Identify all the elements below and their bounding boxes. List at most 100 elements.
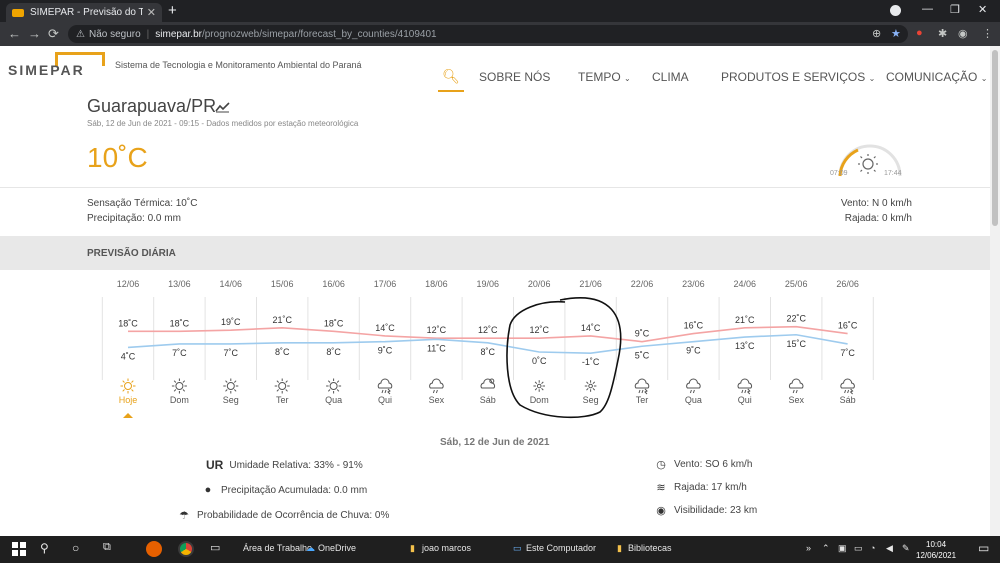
storm-icon[interactable]	[634, 378, 650, 395]
sun-icon[interactable]	[120, 378, 136, 394]
task-view-icon[interactable]: ⧉	[103, 541, 111, 554]
min-temp-label: 7˚C	[224, 348, 239, 358]
minimize-icon[interactable]: —	[922, 3, 933, 15]
weekday-label[interactable]: Seg	[223, 395, 239, 405]
gust-detail-row: ≋ Rajada: 17 km/h	[653, 481, 746, 494]
file-explorer-icon[interactable]: ▭	[210, 541, 220, 554]
back-icon[interactable]: ←	[8, 26, 21, 41]
umbrella-icon: ☂	[179, 510, 189, 522]
firefox-icon[interactable]	[146, 541, 162, 557]
extensions-puzzle-icon[interactable]: ✱	[938, 27, 947, 40]
min-temp-label: 8˚C	[326, 347, 341, 357]
search-button[interactable]: 🔍︎	[438, 62, 464, 92]
partly-cloudy-icon[interactable]	[480, 378, 496, 389]
tray-chevron-icon[interactable]: ⌃	[822, 543, 830, 554]
today-label[interactable]: Hoje	[119, 395, 138, 405]
browser-profile-icon[interactable]	[890, 5, 901, 16]
weekday-label[interactable]: Dom	[530, 395, 549, 405]
chevron-down-icon: ⌄	[868, 74, 876, 83]
network-icon[interactable]: ◔	[870, 543, 875, 553]
nav-clima[interactable]: CLIMA	[652, 70, 689, 84]
close-window-icon[interactable]: ✕	[978, 3, 987, 16]
wind-gust-icon: ≋	[656, 482, 666, 494]
chrome-menu-icon[interactable]: ⋮	[982, 27, 993, 40]
close-tab-icon[interactable]: ✕	[147, 6, 156, 19]
visibility-value: Visibilidade: 23 km	[674, 505, 758, 516]
volume-icon[interactable]: ◀	[886, 543, 893, 554]
new-tab-icon[interactable]: +	[168, 2, 177, 19]
max-temp-label: 14˚C	[375, 323, 395, 333]
storm-icon[interactable]	[840, 378, 855, 395]
maximize-icon[interactable]: ❐	[950, 3, 960, 16]
rain-icon[interactable]	[429, 378, 444, 394]
taskbar-libraries-label[interactable]: Bibliotecas	[628, 543, 672, 553]
observation-info: Sáb, 12 de Jun de 2021 - 09:15 - Dados m…	[87, 119, 359, 128]
address-bar[interactable]: ⚠ Não seguro | simepar.br /prognozweb/si…	[68, 25, 908, 43]
browser-tab[interactable]: SIMEPAR - Previsão do Tempo - ✕	[6, 3, 162, 22]
nav-tempo[interactable]: TEMPO ⌄	[578, 70, 631, 84]
weekday-label[interactable]: Dom	[170, 395, 189, 405]
weekday-label[interactable]: Ter	[276, 395, 289, 405]
weekday-label[interactable]: Sex	[788, 395, 804, 405]
extension-icon[interactable]: ●	[916, 27, 923, 39]
weekday-label[interactable]: Qui	[378, 395, 392, 405]
sun-icon[interactable]	[274, 378, 290, 394]
max-temp-label: 18˚C	[170, 318, 190, 328]
zoom-icon[interactable]: ⊕	[872, 27, 881, 40]
taskbar-computer-label[interactable]: Este Computador	[526, 543, 596, 553]
weekday-label[interactable]: Ter	[636, 395, 649, 405]
clear-night-icon[interactable]	[584, 380, 597, 392]
nav-comunicacao[interactable]: COMUNICAÇÃO ⌄	[886, 70, 987, 84]
tray-expand-icon[interactable]: »	[806, 543, 811, 553]
taskbar-search-icon[interactable]: ⚲	[40, 541, 49, 555]
gust: Rajada: 0 km/h	[844, 213, 912, 224]
sun-icon[interactable]	[223, 378, 239, 394]
windows-start-icon[interactable]	[11, 541, 27, 557]
clear-night-icon[interactable]	[533, 380, 546, 392]
weekday-label[interactable]: Seg	[583, 395, 599, 405]
pen-icon[interactable]: ✎	[902, 543, 910, 554]
weekday-label[interactable]: Qua	[325, 395, 342, 405]
forward-icon[interactable]: →	[28, 26, 41, 41]
notification-icon[interactable]: ▭	[978, 541, 989, 555]
storm-icon[interactable]	[737, 378, 753, 395]
nav-produtos[interactable]: PRODUTOS E SERVIÇOS ⌄	[721, 70, 875, 84]
forecast-date: 23/06	[682, 279, 705, 289]
sun-icon[interactable]	[326, 378, 342, 394]
bookmark-star-icon[interactable]: ★	[891, 27, 901, 40]
scrollbar-thumb[interactable]	[992, 50, 998, 226]
rain-icon[interactable]	[686, 378, 701, 394]
cortana-icon[interactable]: ○	[72, 541, 79, 555]
weekday-label[interactable]: Qua	[685, 395, 702, 405]
weekday-label[interactable]: Qui	[738, 395, 752, 405]
min-temp-label: 5˚C	[635, 350, 650, 360]
wind: Vento: N 0 km/h	[840, 198, 912, 209]
sun-icon[interactable]	[171, 378, 187, 394]
battery-icon[interactable]: ▭	[854, 543, 863, 554]
site-logo[interactable]: SIMEPAR	[8, 62, 85, 78]
reload-icon[interactable]: ⟳	[48, 26, 59, 42]
storm-icon[interactable]	[377, 378, 393, 395]
taskbar-desktop-label[interactable]: Área de Trabalho	[243, 543, 312, 553]
min-temp-label: 8˚C	[275, 347, 290, 357]
nav-sobre-nos[interactable]: SOBRE NÓS	[479, 70, 550, 84]
trend-chart-icon[interactable]	[215, 101, 230, 113]
sunrise-time: 07:09	[830, 170, 848, 177]
forecast-date: 22/06	[631, 279, 654, 289]
taskbar-clock[interactable]: 10:04 12/06/2021	[916, 539, 956, 561]
max-temp-label: 9˚C	[635, 329, 650, 339]
profile-avatar-icon[interactable]: ◉	[958, 27, 968, 40]
forecast-date: 16/06	[322, 279, 345, 289]
not-secure-label: Não seguro	[88, 28, 141, 40]
chrome-icon[interactable]	[178, 541, 194, 557]
taskbar-user-label[interactable]: joao marcos	[422, 543, 471, 553]
max-temp-label: 16˚C	[838, 321, 858, 331]
hand-drawn-circle-annotation	[506, 297, 622, 419]
weekday-label[interactable]: Sex	[429, 395, 445, 405]
max-temp-label: 12˚C	[478, 325, 498, 335]
taskbar-onedrive-label[interactable]: OneDrive	[318, 543, 356, 553]
tray-app-icon[interactable]: ▣	[838, 543, 847, 554]
weekday-label[interactable]: Sáb	[840, 395, 856, 405]
rain-icon[interactable]	[788, 378, 804, 394]
weekday-label[interactable]: Sáb	[480, 395, 496, 405]
